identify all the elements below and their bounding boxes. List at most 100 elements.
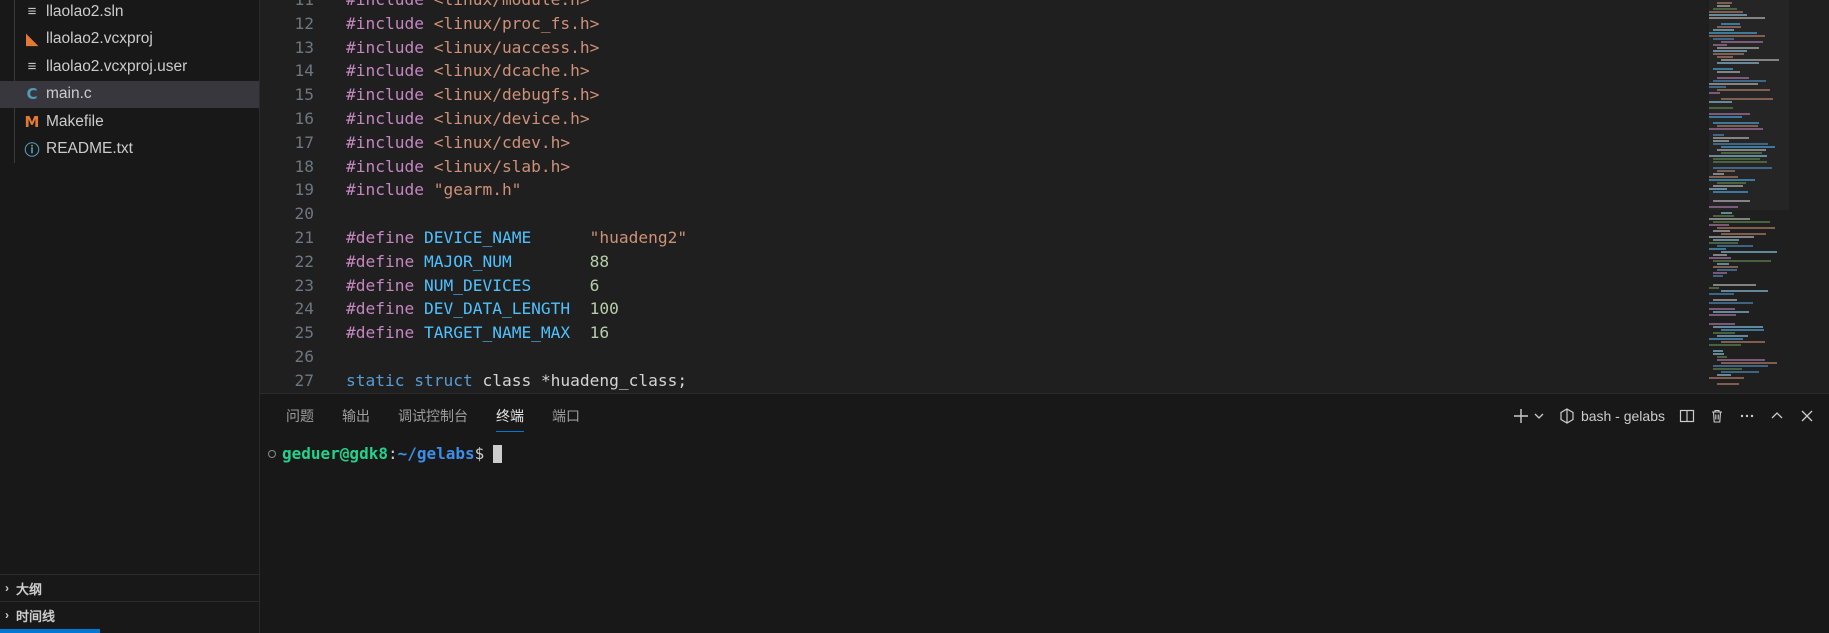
- terminal-name: bash - gelabs: [1580, 408, 1665, 424]
- file-item[interactable]: Cmain.c: [0, 80, 259, 108]
- file-item-label: main.c: [46, 85, 92, 103]
- code-token: TARGET_NAME_MAX: [423, 323, 571, 343]
- minimap-line: [1721, 146, 1775, 148]
- chevron-down-icon: [1534, 413, 1544, 419]
- minimap-line: [1713, 239, 1739, 241]
- file-lines-icon: ≡: [27, 3, 37, 21]
- minimap-line: [1717, 374, 1731, 376]
- code-token: #include: [346, 0, 424, 12]
- minimap-line: [1717, 170, 1735, 172]
- minimap-line: [1709, 248, 1726, 250]
- command-decoration-icon[interactable]: [268, 449, 276, 458]
- plus-icon: [1513, 409, 1528, 423]
- code-editor[interactable]: 11#include <linux/module.h>12#include <l…: [260, 0, 1829, 393]
- outline-section-header[interactable]: › 大纲: [0, 574, 259, 601]
- code-line[interactable]: 21 #define DEVICE_NAME "huadeng2": [260, 226, 688, 250]
- code-line[interactable]: 23 #define NUM_DEVICES 6: [260, 274, 687, 298]
- split-terminal-button[interactable]: [1679, 408, 1695, 424]
- code-line[interactable]: 12 #include <linux/proc_fs.h>: [260, 12, 687, 36]
- minimap-line: [1709, 323, 1735, 325]
- file-item[interactable]: ≡ llaolao2.vcxproj.user: [0, 53, 259, 81]
- minimap-line: [1713, 215, 1734, 217]
- line-number: 11: [260, 0, 346, 12]
- minimap-line: [1717, 356, 1727, 358]
- code-token: #define: [346, 251, 415, 271]
- minimap-line: [1713, 167, 1772, 169]
- code-token: #define: [346, 299, 415, 319]
- minimap-line: [1713, 44, 1727, 46]
- code-token: <linux/proc_fs.h>: [433, 13, 600, 33]
- maximize-panel-button[interactable]: [1769, 408, 1785, 424]
- panel-tab[interactable]: 输出: [342, 394, 370, 438]
- code-token: #define: [346, 227, 415, 247]
- minimap-line: [1717, 269, 1737, 271]
- code-line[interactable]: 13 #include <linux/uaccess.h>: [260, 36, 687, 60]
- chevron-right-icon: ›: [5, 608, 9, 622]
- code-line[interactable]: 16 #include <linux/device.h>: [260, 107, 687, 131]
- minimap-line: [1713, 326, 1763, 328]
- minimap-line: [1709, 176, 1738, 178]
- line-number: 25: [294, 323, 315, 343]
- code-line[interactable]: 18 #include <linux/slab.h>: [260, 155, 687, 179]
- code-line[interactable]: 26: [260, 345, 687, 369]
- minimap-line: [1713, 230, 1730, 232]
- code-line[interactable]: 25 #define TARGET_NAME_MAX 16: [260, 321, 687, 345]
- minimap-line: [1717, 335, 1748, 337]
- code-line[interactable]: 15 #include <linux/debugfs.h>: [260, 83, 687, 107]
- file-item[interactable]: ◣ llaolao2.vcxproj: [0, 26, 259, 54]
- line-number: 20: [294, 204, 315, 224]
- code-token: struct: [414, 370, 473, 390]
- minimap-line: [1709, 377, 1744, 379]
- file-item[interactable]: ≡ llaolao2.sln: [0, 0, 259, 26]
- code-line[interactable]: 24 #define DEV_DATA_LENGTH 100: [260, 297, 687, 321]
- minimap-line: [1717, 77, 1749, 79]
- minimap-line: [1717, 89, 1770, 91]
- file-item[interactable]: ⓘ README.txt: [0, 136, 259, 164]
- code-token: <linux/debugfs.h>: [433, 85, 600, 105]
- panel-tab[interactable]: 调试控制台: [398, 394, 468, 438]
- minimap-line: [1709, 287, 1719, 289]
- panel-tab[interactable]: 问题: [286, 394, 314, 438]
- code-token: #include: [346, 13, 424, 33]
- new-terminal-button[interactable]: [1513, 408, 1545, 424]
- minimap-line: [1713, 200, 1750, 202]
- code-line[interactable]: 19 #include "gearm.h": [260, 178, 687, 202]
- timeline-section-header[interactable]: › 时间线: [0, 601, 259, 628]
- terminal-prompt-line[interactable]: geduer@gdk8: ~/gelabs $: [268, 444, 503, 463]
- code-token: 16: [589, 323, 610, 343]
- minimap-line: [1713, 53, 1744, 55]
- file-item[interactable]: M Makefile: [0, 108, 259, 136]
- minimap[interactable]: [1709, 0, 1789, 393]
- minimap-line: [1709, 116, 1742, 118]
- minimap-line: [1709, 17, 1765, 19]
- file-lines-icon: ≡: [27, 58, 37, 76]
- line-number: 18: [294, 156, 315, 176]
- timeline-label: 时间线: [16, 608, 56, 624]
- file-item-label: Makefile: [46, 112, 104, 130]
- code-line[interactable]: 27 static struct class *huadeng_class;: [260, 369, 688, 393]
- minimap-line: [1717, 5, 1730, 7]
- minimap-line: [1709, 257, 1731, 259]
- minimap-line: [1717, 263, 1729, 265]
- more-actions-button[interactable]: [1739, 408, 1755, 424]
- code-line[interactable]: 22 #define MAJOR_NUM 88: [260, 250, 687, 274]
- panel-tab[interactable]: 端口: [552, 394, 580, 438]
- kill-terminal-button[interactable]: [1709, 408, 1725, 424]
- code-line[interactable]: 17 #include <linux/cdev.h>: [260, 131, 687, 155]
- code-line[interactable]: 20: [260, 202, 687, 226]
- close-icon: [1801, 410, 1813, 422]
- minimap-line: [1717, 227, 1775, 229]
- minimap-line: [1713, 80, 1766, 82]
- code-line[interactable]: 14 #include <linux/dcache.h>: [260, 59, 687, 83]
- minimap-line: [1713, 221, 1770, 223]
- terminal-selector[interactable]: bash - gelabs: [1559, 408, 1665, 424]
- rss-icon: ◣: [26, 31, 38, 49]
- panel-tab[interactable]: 终端: [496, 394, 524, 438]
- minimap-line: [1709, 107, 1733, 109]
- close-panel-button[interactable]: [1799, 408, 1815, 424]
- code-line[interactable]: 11#include <linux/module.h>: [260, 0, 687, 12]
